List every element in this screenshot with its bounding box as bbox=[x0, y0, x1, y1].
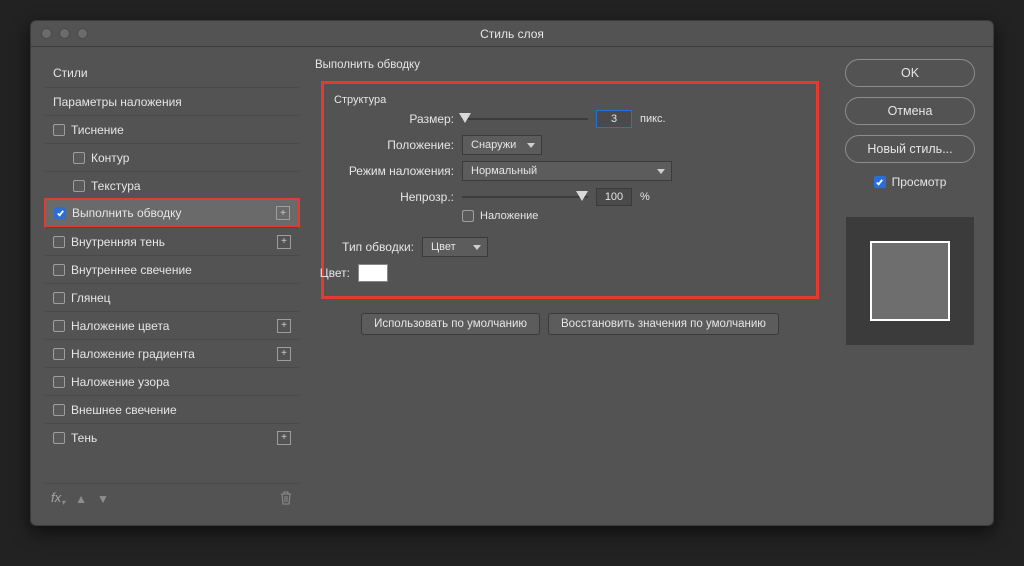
color-swatch[interactable] bbox=[358, 264, 388, 282]
cancel-button[interactable]: Отмена bbox=[845, 97, 975, 125]
effect-checkbox[interactable] bbox=[54, 207, 66, 219]
effect-label: Наложение узора bbox=[71, 375, 169, 389]
effects-sidebar: Стили Параметры наложения Тиснение Контур… bbox=[45, 59, 299, 513]
position-label: Положение: bbox=[334, 138, 454, 152]
move-down-icon[interactable]: ▼ bbox=[97, 492, 109, 506]
opacity-unit: % bbox=[640, 191, 650, 203]
new-style-button[interactable]: Новый стиль... bbox=[845, 135, 975, 163]
sidebar-item-5[interactable]: Внутреннее свечение bbox=[45, 255, 299, 283]
layer-style-dialog: Стиль слоя Стили Параметры наложения Тис… bbox=[30, 20, 994, 526]
label: Параметры наложения bbox=[53, 95, 182, 109]
close-window-icon[interactable] bbox=[41, 28, 52, 39]
sidebar-item-11[interactable]: Тень + bbox=[45, 423, 299, 451]
add-effect-icon[interactable]: + bbox=[277, 431, 291, 445]
make-default-button[interactable]: Использовать по умолчанию bbox=[361, 313, 540, 335]
effect-checkbox[interactable] bbox=[53, 348, 65, 360]
panel-heading: Выполнить обводку bbox=[315, 59, 829, 71]
effect-checkbox[interactable] bbox=[53, 292, 65, 304]
sidebar-item-6[interactable]: Глянец bbox=[45, 283, 299, 311]
effect-checkbox[interactable] bbox=[53, 376, 65, 388]
stroke-type-dropdown[interactable]: Цвет bbox=[422, 237, 488, 257]
sidebar-item-2[interactable]: Текстура bbox=[45, 171, 299, 199]
overprint-label: Наложение bbox=[480, 210, 538, 222]
effect-checkbox[interactable] bbox=[73, 152, 85, 164]
sidebar-blending-options[interactable]: Параметры наложения bbox=[45, 87, 299, 115]
sidebar-item-0[interactable]: Тиснение bbox=[45, 115, 299, 143]
opacity-slider[interactable] bbox=[462, 190, 588, 204]
highlighted-structure-group: Структура Размер: пикс. Положение: Снару… bbox=[321, 81, 819, 299]
effect-label: Внутренняя тень bbox=[71, 235, 165, 249]
preview-label: Просмотр bbox=[892, 175, 947, 189]
sidebar-item-3[interactable]: Выполнить обводку + bbox=[44, 198, 300, 228]
fx-icon[interactable]: fx▾ bbox=[51, 490, 65, 508]
effect-label: Контур bbox=[91, 151, 129, 165]
window-controls bbox=[41, 28, 88, 39]
size-input[interactable] bbox=[596, 110, 632, 128]
stroke-type-label: Тип обводки: bbox=[304, 240, 414, 254]
add-effect-icon[interactable]: + bbox=[277, 319, 291, 333]
minimize-window-icon[interactable] bbox=[59, 28, 70, 39]
dialog-content: Стили Параметры наложения Тиснение Контур… bbox=[31, 47, 993, 525]
effect-checkbox[interactable] bbox=[53, 264, 65, 276]
reset-default-button[interactable]: Восстановить значения по умолчанию bbox=[548, 313, 779, 335]
color-label: Цвет: bbox=[304, 266, 350, 280]
effect-checkbox[interactable] bbox=[53, 404, 65, 416]
effect-label: Глянец bbox=[71, 291, 111, 305]
effect-label: Тень bbox=[71, 431, 97, 445]
add-effect-icon[interactable]: + bbox=[277, 235, 291, 249]
add-effect-icon[interactable]: + bbox=[277, 347, 291, 361]
sidebar-item-1[interactable]: Контур bbox=[45, 143, 299, 171]
ok-button[interactable]: OK bbox=[845, 59, 975, 87]
stroke-settings-panel: Выполнить обводку Структура Размер: пикс… bbox=[311, 59, 829, 513]
dialog-buttons-column: OK Отмена Новый стиль... Просмотр bbox=[841, 59, 979, 513]
sidebar-item-9[interactable]: Наложение узора bbox=[45, 367, 299, 395]
blend-mode-label: Режим наложения: bbox=[334, 164, 454, 178]
style-preview bbox=[846, 217, 974, 345]
sidebar-item-10[interactable]: Внешнее свечение bbox=[45, 395, 299, 423]
size-unit: пикс. bbox=[640, 113, 666, 125]
effect-label: Наложение цвета bbox=[71, 319, 169, 333]
add-effect-icon[interactable]: + bbox=[276, 206, 290, 220]
titlebar: Стиль слоя bbox=[31, 21, 993, 47]
effect-checkbox[interactable] bbox=[53, 124, 65, 136]
effect-label: Внешнее свечение bbox=[71, 403, 177, 417]
sidebar-item-8[interactable]: Наложение градиента + bbox=[45, 339, 299, 367]
effect-label: Тиснение bbox=[71, 123, 124, 137]
preview-checkbox[interactable] bbox=[874, 176, 886, 188]
position-dropdown[interactable]: Снаружи bbox=[462, 135, 542, 155]
size-label: Размер: bbox=[334, 112, 454, 126]
effect-checkbox[interactable] bbox=[73, 180, 85, 192]
window-title: Стиль слоя bbox=[480, 27, 544, 41]
effect-label: Текстура bbox=[91, 179, 141, 193]
sidebar-footer: fx▾ ▲ ▼ bbox=[45, 483, 299, 513]
effect-checkbox[interactable] bbox=[53, 236, 65, 248]
zoom-window-icon[interactable] bbox=[77, 28, 88, 39]
effect-label: Наложение градиента bbox=[71, 347, 195, 361]
effect-checkbox[interactable] bbox=[53, 432, 65, 444]
group-legend: Структура bbox=[334, 94, 386, 106]
effect-label: Выполнить обводку bbox=[72, 206, 182, 220]
opacity-input[interactable] bbox=[596, 188, 632, 206]
opacity-label: Непрозр.: bbox=[334, 190, 454, 204]
blend-mode-dropdown[interactable]: Нормальный bbox=[462, 161, 672, 181]
overprint-checkbox[interactable] bbox=[462, 210, 474, 222]
move-up-icon[interactable]: ▲ bbox=[75, 492, 87, 506]
effect-checkbox[interactable] bbox=[53, 320, 65, 332]
size-slider[interactable] bbox=[462, 112, 588, 126]
sidebar-item-4[interactable]: Внутренняя тень + bbox=[45, 227, 299, 255]
label: Стили bbox=[53, 66, 88, 80]
sidebar-styles[interactable]: Стили bbox=[45, 59, 299, 87]
trash-icon[interactable] bbox=[279, 490, 293, 508]
sidebar-item-7[interactable]: Наложение цвета + bbox=[45, 311, 299, 339]
effect-label: Внутреннее свечение bbox=[71, 263, 192, 277]
preview-swatch bbox=[870, 241, 950, 321]
